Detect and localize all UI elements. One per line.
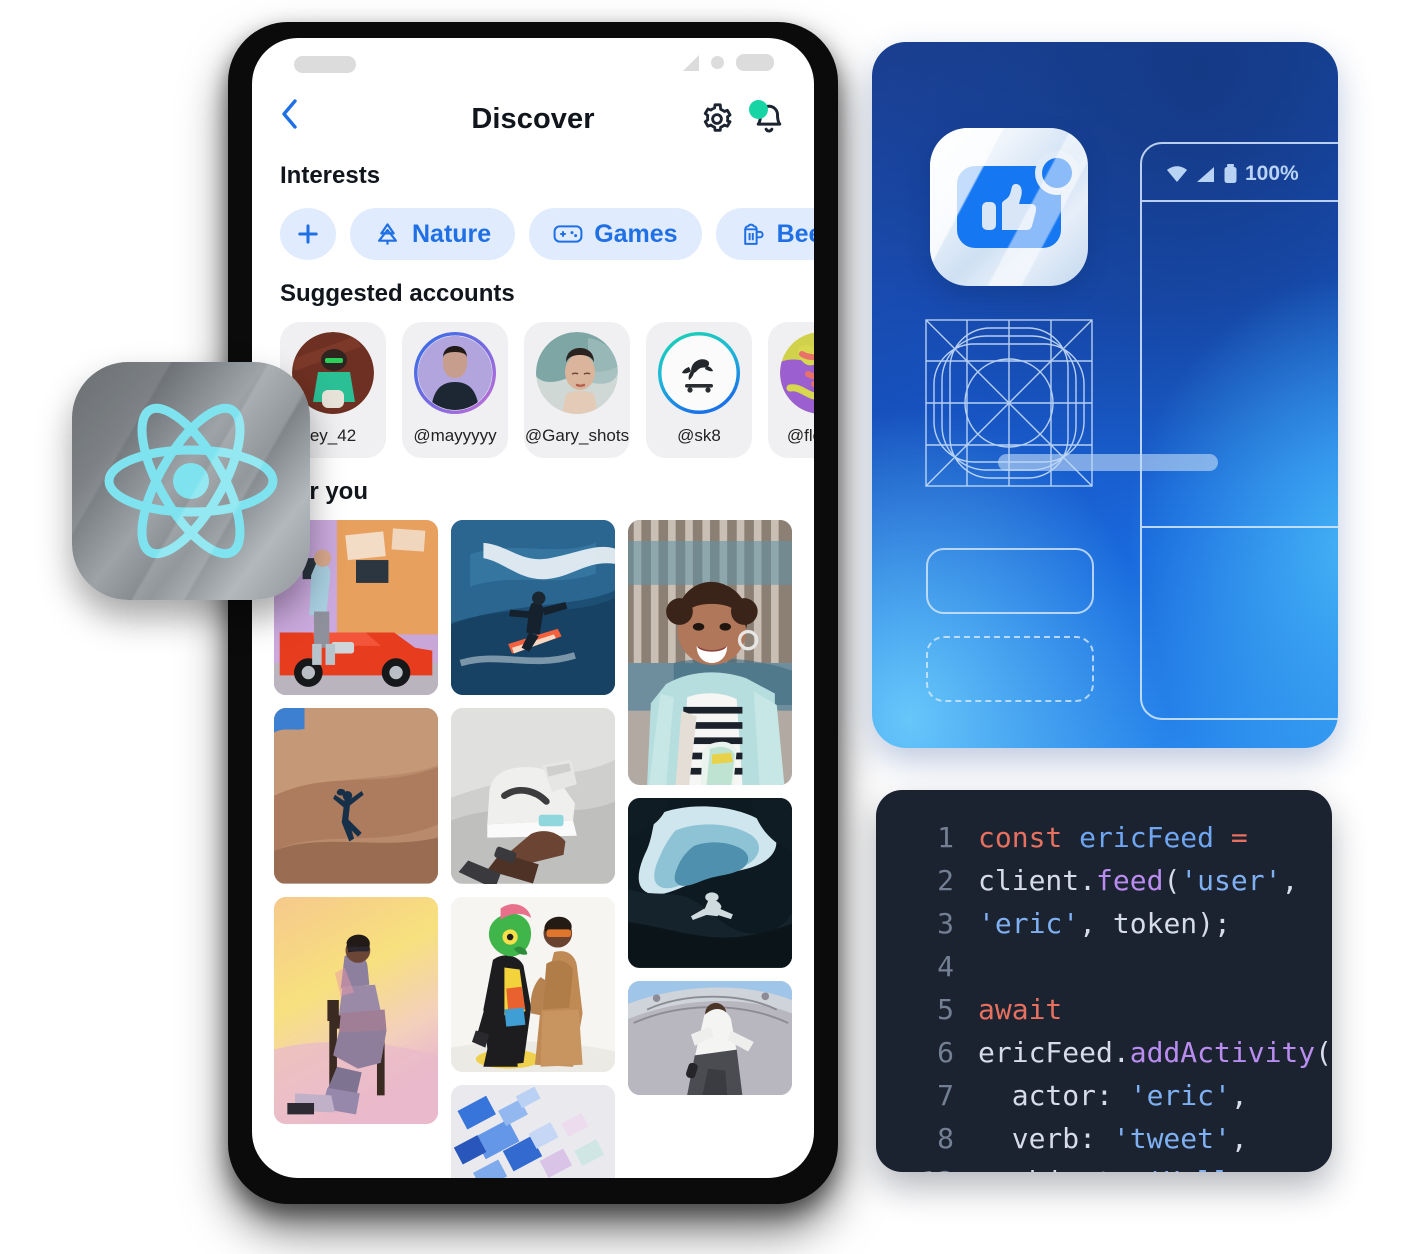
suggested-accounts-heading: Suggested accounts bbox=[280, 280, 515, 307]
code-text: ericFeed.addActivity({ bbox=[978, 1036, 1332, 1069]
interest-chip-games[interactable]: Games bbox=[529, 208, 702, 260]
feed-tile[interactable] bbox=[628, 980, 792, 1096]
wireframe-content-pill bbox=[998, 454, 1218, 471]
header-actions bbox=[700, 100, 786, 136]
avatar bbox=[780, 332, 814, 414]
account-card[interactable]: @sk8 bbox=[646, 322, 752, 458]
composition-stage: Discover Interests Nature Games Be Sugge… bbox=[0, 0, 1420, 1254]
code-line: 6 ericFeed.addActivity({ bbox=[876, 1031, 1332, 1074]
wireframe-phone-outline: 100% bbox=[1140, 142, 1338, 720]
design-blueprint-card: 100% bbox=[872, 42, 1338, 748]
line-number: 7 bbox=[937, 1079, 954, 1112]
line-number: 4 bbox=[937, 950, 954, 983]
code-text: object: 'Hello bbox=[978, 1160, 1248, 1172]
interest-chip-row: Nature Games Be bbox=[252, 190, 814, 260]
code-text: const ericFeed = bbox=[978, 821, 1248, 854]
code-line: 5 await bbox=[876, 988, 1332, 1031]
line-number: 6 bbox=[937, 1036, 954, 1069]
phone-screen: Discover Interests Nature Games Be Sugge… bbox=[252, 38, 814, 1178]
add-interest-button[interactable] bbox=[280, 208, 336, 260]
gear-icon[interactable] bbox=[700, 102, 734, 136]
account-handle: ey_42 bbox=[309, 426, 357, 445]
bell-icon[interactable] bbox=[749, 100, 786, 136]
feed-tile[interactable] bbox=[628, 520, 792, 786]
thumbs-up-app-icon bbox=[930, 128, 1088, 286]
account-handle: @sk8 bbox=[677, 426, 721, 445]
code-text: verb: 'tweet', bbox=[978, 1122, 1248, 1155]
line-number: 5 bbox=[937, 993, 954, 1026]
account-handle: @mayyyyy bbox=[413, 426, 497, 445]
signal-icon bbox=[1197, 166, 1214, 182]
account-card[interactable]: @flo_bot bbox=[768, 322, 814, 458]
interest-chip-nature[interactable]: Nature bbox=[350, 208, 516, 260]
feed-grid bbox=[252, 506, 814, 1178]
wireframe-status-divider bbox=[1142, 200, 1338, 202]
wifi-icon bbox=[1167, 165, 1187, 182]
code-line: 4 bbox=[876, 945, 1332, 988]
camera-dot-icon bbox=[711, 56, 724, 69]
react-logo-card bbox=[72, 362, 310, 600]
wireframe-content-divider bbox=[1142, 526, 1338, 528]
interest-chip-label: Nature bbox=[412, 219, 492, 248]
app-header: Discover bbox=[252, 86, 814, 152]
account-handle: @Gary_shots bbox=[524, 426, 630, 445]
line-number: 3 bbox=[937, 907, 954, 940]
code-line: 8 verb: 'tweet', bbox=[876, 1117, 1332, 1160]
interest-chip-label: Games bbox=[594, 219, 678, 248]
line-number: 12 bbox=[876, 1160, 978, 1172]
code-text: actor: 'eric', bbox=[978, 1079, 1248, 1112]
feed-tile[interactable] bbox=[628, 798, 792, 968]
suggested-accounts-row: ey_42 @mayyyyy @Gary_shots @sk8 @fl bbox=[252, 308, 814, 458]
feed-tile[interactable] bbox=[451, 708, 615, 884]
code-line: 3 'eric', token); bbox=[876, 902, 1332, 945]
phone-status-bar bbox=[252, 38, 814, 86]
line-number: 8 bbox=[937, 1122, 954, 1155]
battery-percent-label: 100% bbox=[1245, 162, 1299, 185]
code-snippet-card: 1 const ericFeed = 2 client.feed('user', 3 'e… bbox=[876, 790, 1332, 1172]
account-card[interactable]: @Gary_shots bbox=[524, 322, 630, 458]
code-text: client.feed('user', bbox=[978, 864, 1299, 897]
for-you-heading: For you bbox=[280, 478, 368, 505]
feed-tile[interactable] bbox=[274, 708, 438, 884]
code-text: await bbox=[978, 993, 1063, 1026]
avatar bbox=[536, 332, 618, 414]
interests-heading: Interests bbox=[280, 162, 381, 189]
wireframe-placeholder-dashed bbox=[926, 636, 1094, 702]
code-text: 'eric', token); bbox=[978, 907, 1231, 940]
interest-chip-beer[interactable]: Beer bbox=[715, 208, 814, 260]
battery-icon bbox=[1224, 164, 1237, 183]
wireframe-status-row: 100% bbox=[1166, 162, 1299, 186]
account-card[interactable]: @mayyyyy bbox=[402, 322, 508, 458]
status-right-group bbox=[683, 54, 774, 71]
code-line: 7 actor: 'eric', bbox=[876, 1074, 1332, 1117]
gamepad-icon bbox=[553, 222, 583, 246]
code-block: 1 const ericFeed = 2 client.feed('user', 3 'e… bbox=[876, 790, 1332, 1172]
tree-icon bbox=[374, 221, 401, 248]
line-number: 2 bbox=[937, 864, 954, 897]
code-line: 1 const ericFeed = bbox=[876, 816, 1332, 859]
interest-chip-label: Beer bbox=[776, 219, 814, 248]
wireframe-button-outline bbox=[926, 548, 1094, 614]
avatar bbox=[414, 332, 496, 414]
feed-tile[interactable] bbox=[451, 1085, 615, 1178]
beer-mug-icon bbox=[740, 221, 766, 248]
feed-tile[interactable] bbox=[451, 520, 615, 696]
battery-pill-icon bbox=[736, 54, 774, 71]
line-number: 1 bbox=[937, 821, 954, 854]
feed-tile[interactable] bbox=[451, 896, 615, 1073]
card-gloss-sheen bbox=[72, 362, 310, 600]
code-line: 2 client.feed('user', bbox=[876, 859, 1332, 902]
code-line: 12 object: 'Hello bbox=[876, 1160, 1332, 1172]
status-placeholder-pill bbox=[294, 56, 356, 73]
icon-gloss-sheen bbox=[930, 128, 1088, 286]
notification-badge bbox=[749, 100, 768, 119]
account-handle: @flo_bot bbox=[786, 426, 814, 445]
feed-tile[interactable] bbox=[274, 896, 438, 1124]
avatar bbox=[658, 332, 740, 414]
signal-triangle-icon bbox=[683, 54, 699, 71]
